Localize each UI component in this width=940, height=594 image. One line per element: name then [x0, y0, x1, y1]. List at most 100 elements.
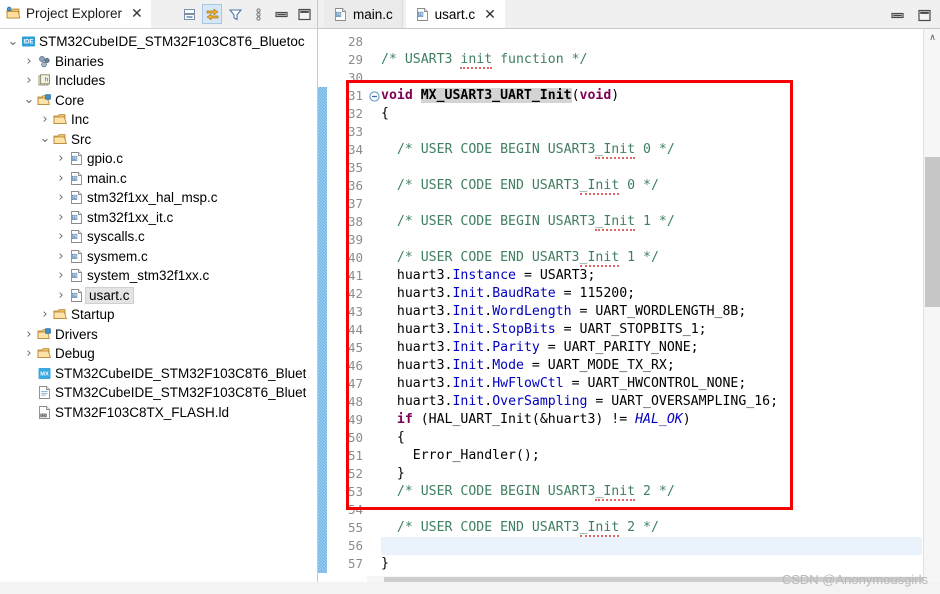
code-line-42[interactable]: huart3.Init.BaudRate = 115200; — [381, 285, 922, 303]
tree-item-label: system_stm32f1xx.c — [87, 268, 210, 284]
tree-item-usart-c[interactable]: › c usart.c — [0, 286, 317, 306]
fold-collapse-icon[interactable] — [367, 87, 381, 105]
code-line-47[interactable]: huart3.Init.HwFlowCtl = UART_HWCONTROL_N… — [381, 375, 922, 393]
chevron-down-icon[interactable]: ⌄ — [22, 93, 36, 106]
code-line-35[interactable] — [381, 159, 922, 177]
editor-tab-main-c[interactable]: c main.c — [324, 0, 403, 28]
tree-item-system-stm32f1xx-c[interactable]: › c system_stm32f1xx.c — [0, 266, 317, 286]
c-file-icon: c — [68, 268, 85, 283]
editor-tab-label: usart.c — [434, 6, 476, 22]
code-line-44[interactable]: huart3.Init.StopBits = UART_STOPBITS_1; — [381, 321, 922, 339]
code-line-49[interactable]: if (HAL_UART_Init(&huart3) != HAL_OK) — [381, 411, 922, 429]
chevron-right-icon[interactable]: › — [54, 268, 68, 283]
code-line-43[interactable]: huart3.Init.WordLength = UART_WORDLENGTH… — [381, 303, 922, 321]
code-line-53[interactable]: /* USER CODE BEGIN USART3_Init 2 */ — [381, 483, 922, 501]
chevron-right-icon[interactable]: › — [54, 171, 68, 186]
tree-item-inc[interactable]: › Inc — [0, 110, 317, 130]
tree-item-drivers[interactable]: › Drivers — [0, 325, 317, 345]
maximize-icon[interactable] — [294, 4, 314, 24]
tree-item-main-c[interactable]: › c main.c — [0, 169, 317, 189]
chevron-right-icon[interactable]: › — [38, 307, 52, 322]
code-line-45[interactable]: huart3.Init.Parity = UART_PARITY_NONE; — [381, 339, 922, 357]
scroll-up-icon[interactable]: ∧ — [924, 29, 940, 46]
code-line-33[interactable] — [381, 123, 922, 141]
project-tree[interactable]: ⌄ IDE STM32CubeIDE_STM32F103C8T6_Bluetoc › B… — [0, 29, 317, 594]
code-line-56[interactable] — [381, 537, 922, 555]
link-with-editor-icon[interactable] — [202, 4, 222, 24]
chevron-down-icon[interactable]: ⌄ — [38, 132, 52, 145]
minimize-icon[interactable] — [887, 5, 907, 25]
code-line-38[interactable]: /* USER CODE BEGIN USART3_Init 1 */ — [381, 213, 922, 231]
chevron-right-icon[interactable]: › — [38, 112, 52, 127]
minimize-icon[interactable] — [271, 4, 291, 24]
chevron-right-icon[interactable]: › — [22, 54, 36, 69]
tree-item-label: Binaries — [55, 53, 104, 69]
code-line-52[interactable]: } — [381, 465, 922, 483]
close-icon[interactable]: ✕ — [484, 7, 496, 21]
tree-item-stm32cubeide-stm32f103c8t6-bluetoc[interactable]: ⌄ IDE STM32CubeIDE_STM32F103C8T6_Bluetoc — [0, 32, 317, 52]
close-icon[interactable]: ✕ — [131, 6, 143, 20]
editor-tab-usart-c[interactable]: c usart.c ✕ — [405, 0, 505, 28]
view-menu-icon[interactable] — [248, 4, 268, 24]
tree-item-debug[interactable]: › Debug — [0, 344, 317, 364]
code-line-57[interactable]: } — [381, 555, 922, 573]
chevron-right-icon[interactable]: › — [22, 346, 36, 361]
tree-item-stm32f1xx-it-c[interactable]: › c stm32f1xx_it.c — [0, 208, 317, 228]
vertical-scrollbar[interactable]: ∧ ∨ — [923, 29, 940, 594]
chevron-down-icon[interactable]: ⌄ — [6, 35, 20, 48]
tree-item-src[interactable]: ⌄ Src — [0, 130, 317, 150]
folding-ruler[interactable] — [367, 29, 381, 594]
chevron-right-icon[interactable]: › — [54, 249, 68, 264]
code-line-46[interactable]: huart3.Init.Mode = UART_MODE_TX_RX; — [381, 357, 922, 375]
code-line-41[interactable]: huart3.Instance = USART3; — [381, 267, 922, 285]
chevron-right-icon[interactable]: › — [54, 210, 68, 225]
code-line-34[interactable]: /* USER CODE BEGIN USART3_Init 0 */ — [381, 141, 922, 159]
chevron-right-icon[interactable]: › — [54, 190, 68, 205]
ide-project-icon: IDE — [20, 34, 37, 49]
code-line-28[interactable] — [381, 33, 922, 51]
code-line-31[interactable]: void MX_USART3_UART_Init(void) — [381, 87, 922, 105]
tree-item-startup[interactable]: › Startup — [0, 305, 317, 325]
chevron-right-icon[interactable]: › — [54, 151, 68, 166]
tree-item-gpio-c[interactable]: › c gpio.c — [0, 149, 317, 169]
code-line-51[interactable]: Error_Handler(); — [381, 447, 922, 465]
code-line-37[interactable] — [381, 195, 922, 213]
tree-item-syscalls-c[interactable]: › c syscalls.c — [0, 227, 317, 247]
tree-item-label: stm32f1xx_it.c — [87, 209, 174, 225]
code-line-39[interactable] — [381, 231, 922, 249]
chevron-right-icon[interactable]: › — [54, 288, 68, 303]
code-line-32[interactable]: { — [381, 105, 922, 123]
tree-item-includes[interactable]: › h Includes — [0, 71, 317, 91]
code-editor[interactable]: 28 29 30 31 32 33 34 35 36 37 38 39 40 41 42 43 44 45 46 47… — [318, 29, 940, 594]
tree-item-stm32f1xx-hal-msp-c[interactable]: › c stm32f1xx_hal_msp.c — [0, 188, 317, 208]
line-number: 48 — [347, 394, 363, 409]
tree-item-core[interactable]: ⌄ Core — [0, 91, 317, 111]
code-line-40[interactable]: /* USER CODE END USART3_Init 1 */ — [381, 249, 922, 267]
tree-item-stm32cubeide-stm32f103c8t6-bluet[interactable]: MX STM32CubeIDE_STM32F103C8T6_Bluet — [0, 364, 317, 384]
line-number: 57 — [347, 556, 363, 571]
maximize-icon[interactable] — [914, 5, 934, 25]
code-line-29[interactable]: /* USART3 init function */ — [381, 51, 922, 69]
code-text[interactable]: /* USART3 init function */ void MX_USART… — [381, 29, 922, 576]
line-number: 45 — [347, 340, 363, 355]
chevron-right-icon[interactable]: › — [54, 229, 68, 244]
code-line-54[interactable] — [381, 501, 922, 519]
chevron-right-icon[interactable]: › — [22, 73, 36, 88]
code-line-36[interactable]: /* USER CODE END USART3_Init 0 */ — [381, 177, 922, 195]
tree-item-stm32cubeide-stm32f103c8t6-bluet[interactable]: STM32CubeIDE_STM32F103C8T6_Bluet — [0, 383, 317, 403]
code-line-30[interactable] — [381, 69, 922, 87]
project-explorer-view: Project Explorer ✕ ⌄ IDE STM32CubeIDE_ST… — [0, 0, 318, 594]
tree-item-sysmem-c[interactable]: › c sysmem.c — [0, 247, 317, 267]
tab-project-explorer[interactable]: Project Explorer ✕ — [0, 0, 151, 28]
code-line-48[interactable]: huart3.Init.OverSampling = UART_OVERSAMP… — [381, 393, 922, 411]
code-line-50[interactable]: { — [381, 429, 922, 447]
chevron-right-icon[interactable]: › — [22, 327, 36, 342]
filter-icon[interactable] — [225, 4, 245, 24]
line-number: 43 — [347, 304, 363, 319]
binaries-icon — [36, 54, 53, 69]
code-line-55[interactable]: /* USER CODE END USART3_Init 2 */ — [381, 519, 922, 537]
collapse-all-icon[interactable] — [179, 4, 199, 24]
tree-item-binaries[interactable]: › Binaries — [0, 52, 317, 72]
vscroll-thumb[interactable] — [925, 157, 940, 307]
tree-item-stm32f103c8tx-flash-ld[interactable]: LD STM32F103C8TX_FLASH.ld — [0, 403, 317, 423]
